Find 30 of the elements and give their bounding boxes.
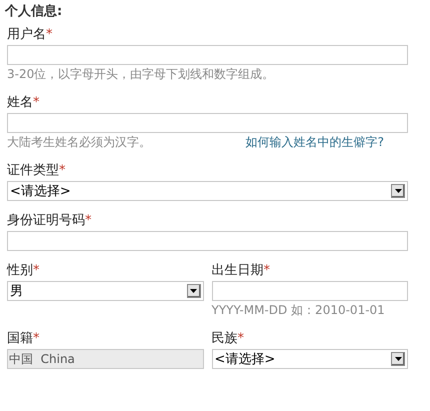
select-field[interactable]: <请选择> [7, 181, 408, 201]
selected-value: 男 [10, 284, 23, 298]
readonly-field: 中国 China [7, 349, 204, 369]
selected-value: <请选择> [214, 352, 276, 366]
select-field[interactable]: 男 [7, 281, 204, 301]
field-label: 用户名* [7, 28, 52, 41]
field-label: 民族* [212, 332, 244, 345]
dropdown-button[interactable] [391, 352, 405, 366]
text-field[interactable] [212, 281, 408, 301]
selected-value: <请选择> [10, 184, 71, 198]
field-label: 国籍* [7, 332, 40, 345]
select-field[interactable]: <请选择> [212, 349, 408, 369]
help-link[interactable]: 如何输入姓名中的生僻字? [246, 136, 384, 148]
field-label: 性别* [7, 264, 40, 277]
field-label: 出生日期* [212, 264, 270, 277]
text-field[interactable] [7, 113, 408, 133]
dropdown-button[interactable] [186, 284, 200, 298]
hint-text: 3-20位，以字母开头，由字母下划线和数字组成。 [7, 68, 274, 80]
field-label: 证件类型* [7, 164, 66, 177]
hint-text: YYYY-MM-DD 如：2010-01-01 [212, 304, 385, 316]
dropdown-button[interactable] [391, 184, 405, 198]
field-label: 身份证明号码* [7, 214, 92, 227]
caret-icon [394, 189, 402, 193]
section-heading: 个人信息: [5, 3, 64, 19]
hint-text: 大陆考生姓名必须为汉字。 [7, 136, 151, 148]
text-field[interactable] [7, 231, 408, 251]
field-label: 姓名* [7, 96, 40, 109]
caret-icon [394, 357, 402, 361]
text-field[interactable] [7, 45, 408, 65]
caret-icon [190, 289, 197, 293]
